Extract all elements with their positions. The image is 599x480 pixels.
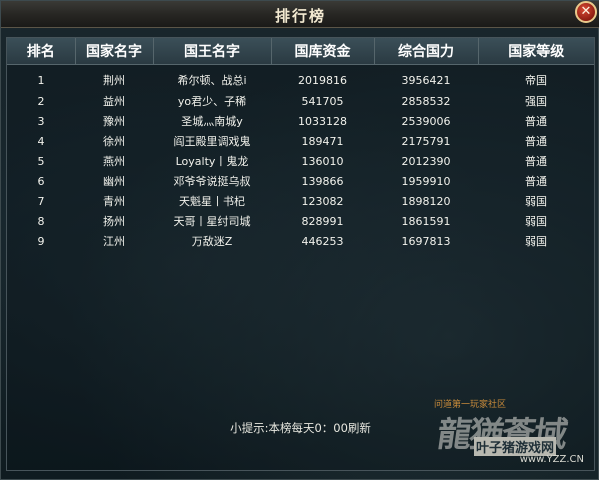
cell-king: 阎王殿里调戏鬼 bbox=[173, 135, 251, 148]
cell-treasury: 828991 bbox=[301, 214, 344, 228]
cell-king: 天魁星丨书杞 bbox=[179, 195, 245, 208]
cell-rank: 5 bbox=[37, 154, 45, 168]
close-button[interactable]: ✕ bbox=[575, 1, 597, 23]
cell-treasury: 541705 bbox=[301, 94, 344, 108]
header-country-level[interactable]: 国家等级 bbox=[478, 38, 594, 65]
cell-level: 普通 bbox=[525, 115, 547, 128]
cell-country: 豫州 bbox=[103, 115, 125, 128]
cell-treasury: 136010 bbox=[301, 154, 344, 168]
cell-rank: 2 bbox=[37, 94, 45, 108]
cell-level: 弱国 bbox=[525, 215, 547, 228]
header-rank[interactable]: 排名 bbox=[7, 38, 76, 65]
cell-country: 幽州 bbox=[103, 175, 125, 188]
cell-treasury: 139866 bbox=[301, 174, 344, 188]
cell-country: 青州 bbox=[103, 195, 125, 208]
table-row[interactable]: 1 荆州 希尔顿、战总i 2019816 3956421 帝国 bbox=[7, 65, 594, 92]
title-bar: 排行榜 ✕ bbox=[1, 1, 599, 28]
cell-king: Loyalty丨鬼龙 bbox=[175, 155, 249, 168]
watermark-site: www.YZZ.CN bbox=[519, 454, 584, 465]
close-icon: ✕ bbox=[580, 4, 592, 19]
cell-level: 普通 bbox=[525, 175, 547, 188]
table-row[interactable]: 9 江州 万敌迷Z 446253 1697813 弱国 bbox=[7, 231, 594, 251]
header-treasury[interactable]: 国库资金 bbox=[271, 38, 375, 65]
cell-level: 弱国 bbox=[525, 235, 547, 248]
ranking-window: 排行榜 ✕ 排名 国家名字 国王名字 国库资金 综合国力 国家等级 1 荆州 希… bbox=[0, 0, 599, 480]
table-header-row: 排名 国家名字 国王名字 国库资金 综合国力 国家等级 bbox=[7, 38, 594, 65]
cell-power: 1898120 bbox=[401, 194, 451, 208]
table-row[interactable]: 7 青州 天魁星丨书杞 123082 1898120 弱国 bbox=[7, 191, 594, 211]
window-title: 排行榜 bbox=[274, 7, 326, 25]
cell-king: 圣城灬南城y bbox=[181, 115, 243, 128]
cell-treasury: 189471 bbox=[301, 134, 344, 148]
cell-country: 荆州 bbox=[103, 74, 125, 87]
cell-rank: 1 bbox=[37, 73, 45, 87]
cell-treasury: 2019816 bbox=[298, 73, 347, 87]
cell-king: 天哥丨星纣司城 bbox=[173, 215, 251, 228]
cell-treasury: 123082 bbox=[301, 194, 344, 208]
cell-treasury: 1033128 bbox=[298, 114, 347, 128]
cell-level: 弱国 bbox=[525, 195, 547, 208]
cell-rank: 4 bbox=[37, 134, 45, 148]
cell-power: 2175791 bbox=[401, 134, 451, 148]
cell-rank: 8 bbox=[37, 214, 45, 228]
table-row[interactable]: 6 幽州 邓爷爷说挺乌叔 139866 1959910 普通 bbox=[7, 171, 594, 191]
header-king-name[interactable]: 国王名字 bbox=[153, 38, 272, 65]
cell-level: 普通 bbox=[525, 135, 547, 148]
cell-king: 邓爷爷说挺乌叔 bbox=[173, 175, 251, 188]
cell-king: 万敌迷Z bbox=[191, 235, 233, 248]
cell-king: 希尔顿、战总i bbox=[177, 74, 247, 87]
cell-country: 扬州 bbox=[103, 215, 125, 228]
cell-rank: 6 bbox=[37, 174, 45, 188]
table-row[interactable]: 8 扬州 天哥丨星纣司城 828991 1861591 弱国 bbox=[7, 211, 594, 231]
cell-power: 2012390 bbox=[401, 154, 451, 168]
cell-level: 帝国 bbox=[525, 74, 547, 87]
cell-rank: 3 bbox=[37, 114, 45, 128]
cell-power: 1959910 bbox=[401, 174, 451, 188]
table-row[interactable]: 4 徐州 阎王殿里调戏鬼 189471 2175791 普通 bbox=[7, 131, 594, 151]
table-row[interactable]: 5 燕州 Loyalty丨鬼龙 136010 2012390 普通 bbox=[7, 151, 594, 171]
header-national-power[interactable]: 综合国力 bbox=[374, 38, 479, 65]
site-watermark: 问道第一玩家社区 龍猶蒼域 叶子猪游戏网 www.YZZ.CN bbox=[434, 397, 584, 467]
cell-level: 强国 bbox=[525, 95, 547, 108]
cell-country: 江州 bbox=[103, 235, 125, 248]
cell-rank: 7 bbox=[37, 194, 45, 208]
cell-treasury: 446253 bbox=[301, 234, 344, 248]
table-row[interactable]: 3 豫州 圣城灬南城y 1033128 2539006 普通 bbox=[7, 111, 594, 131]
cell-king: yo君少、子稀 bbox=[177, 95, 247, 108]
cell-power: 1697813 bbox=[401, 234, 451, 248]
cell-power: 2539006 bbox=[401, 114, 451, 128]
cell-country: 益州 bbox=[103, 95, 125, 108]
cell-country: 燕州 bbox=[103, 155, 125, 168]
cell-country: 徐州 bbox=[103, 135, 125, 148]
cell-power: 1861591 bbox=[401, 214, 451, 228]
header-country-name[interactable]: 国家名字 bbox=[75, 38, 154, 65]
cell-rank: 9 bbox=[37, 234, 45, 248]
ranking-table: 排名 国家名字 国王名字 国库资金 综合国力 国家等级 1 荆州 希尔顿、战总i… bbox=[7, 38, 594, 251]
cell-power: 2858532 bbox=[401, 94, 451, 108]
cell-level: 普通 bbox=[525, 155, 547, 168]
cell-power: 3956421 bbox=[401, 73, 451, 87]
table-row[interactable]: 2 益州 yo君少、子稀 541705 2858532 强国 bbox=[7, 91, 594, 111]
